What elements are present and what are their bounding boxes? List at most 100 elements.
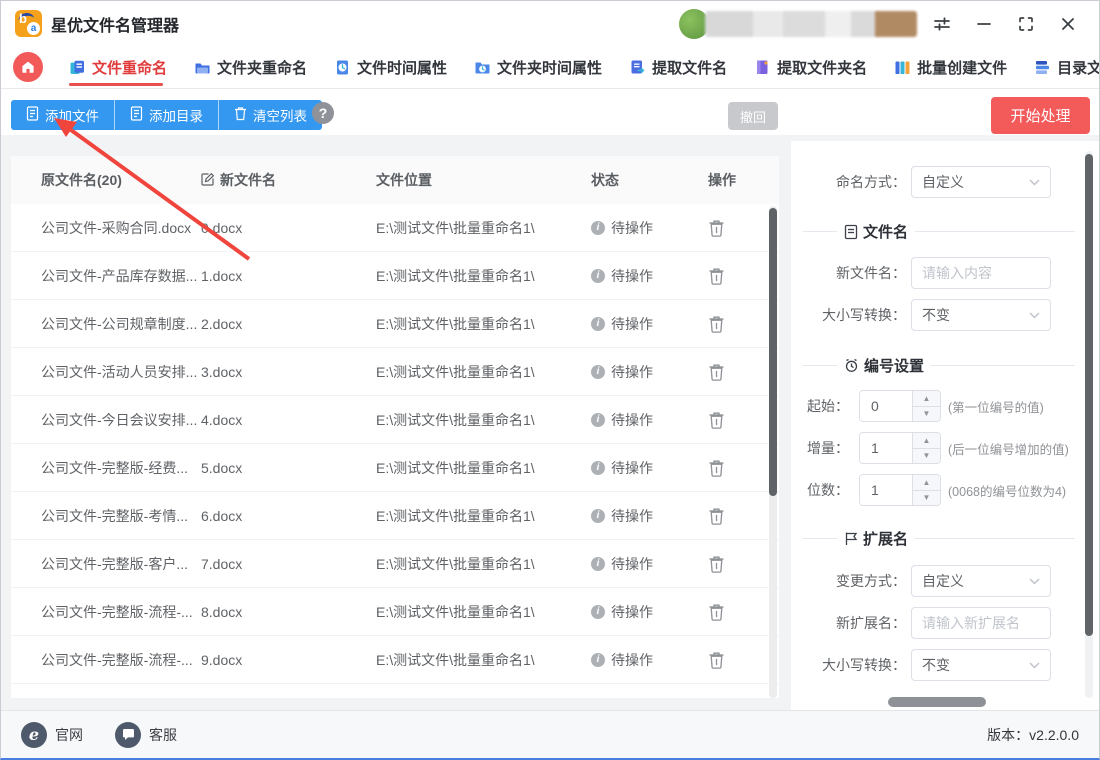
case-convert-select[interactable]: 不变	[911, 299, 1051, 331]
file-table: 原文件名(20) 新文件名 文件位置 状态 操作 公司文件-采购合同.docx …	[11, 156, 779, 698]
main-area: 原文件名(20) 新文件名 文件位置 状态 操作 公司文件-采购合同.docx …	[1, 135, 1099, 710]
digits-stepper[interactable]: ▲▼	[859, 474, 941, 506]
info-icon[interactable]: i	[591, 460, 605, 475]
new-extension-input[interactable]	[911, 607, 1051, 639]
step-up-icon[interactable]: ▲	[913, 391, 940, 407]
tab-batch-create[interactable]: 批量创建文件	[894, 46, 1007, 88]
new-filename: 8.docx	[201, 603, 243, 620]
footer: e 官网 客服 版本：v2.2.0.0	[1, 710, 1099, 758]
table-row-partial[interactable]: i	[11, 684, 779, 698]
status-text: 待操作	[611, 315, 653, 332]
add-files-button[interactable]: 添加文件	[11, 100, 114, 130]
start-number-stepper[interactable]: ▲▼	[859, 390, 941, 422]
status-text: 待操作	[611, 219, 653, 236]
status-text: 待操作	[611, 603, 653, 620]
settings-scrollbar-thumb[interactable]	[1085, 154, 1093, 636]
ext-case-convert-select[interactable]: 不变	[911, 649, 1051, 681]
add-directory-button[interactable]: 添加目录	[114, 100, 218, 130]
customer-service-link[interactable]: 客服	[115, 721, 177, 748]
new-filename: 3.docx	[201, 363, 243, 380]
settings-scrollbar-track[interactable]	[1085, 151, 1093, 698]
chat-bubble-icon	[115, 721, 141, 748]
header-location: 文件位置	[376, 172, 432, 188]
table-row[interactable]: 公司文件-完整版-考情... 6.docx E:\测试文件\批量重命名1\ i …	[11, 492, 779, 540]
original-filename: 公司文件-产品库存数据...	[41, 267, 198, 284]
maximize-button[interactable]	[1009, 9, 1043, 39]
tab-extract-foldername[interactable]: 提取文件夹名	[754, 46, 867, 88]
help-icon[interactable]: ?	[312, 102, 334, 124]
original-filename: 公司文件-完整版-流程-...	[41, 603, 193, 620]
new-filename-label: 新文件名：	[836, 265, 906, 281]
flag-icon	[845, 532, 858, 545]
original-filename: 公司文件-完整版-考情...	[41, 507, 188, 524]
file-location: E:\测试文件\批量重命名1\	[376, 603, 535, 620]
info-icon[interactable]: i	[591, 556, 605, 571]
table-row[interactable]: 公司文件-今日会议安排... 4.docx E:\测试文件\批量重命名1\ i …	[11, 396, 779, 444]
info-icon[interactable]: i	[591, 604, 605, 619]
table-scrollbar-thumb[interactable]	[769, 208, 777, 496]
tab-file-time[interactable]: 文件时间属性	[334, 46, 447, 88]
table-row[interactable]: 公司文件-产品库存数据... 1.docx E:\测试文件\批量重命名1\ i …	[11, 252, 779, 300]
change-method-select[interactable]: 自定义	[911, 565, 1051, 597]
toolbar-button-group: 添加文件 添加目录 清空列表	[11, 100, 322, 130]
file-location: E:\测试文件\批量重命名1\	[376, 555, 535, 572]
info-icon[interactable]: i	[591, 268, 605, 283]
table-row[interactable]: 公司文件-完整版-流程-... 8.docx E:\测试文件\批量重命名1\ i…	[11, 588, 779, 636]
table-row[interactable]: 公司文件-完整版-流程-... 9.docx E:\测试文件\批量重命名1\ i…	[11, 636, 779, 684]
file-location: E:\测试文件\批量重命名1\	[376, 267, 535, 284]
step-down-icon[interactable]: ▼	[913, 490, 940, 505]
step-up-icon[interactable]: ▲	[913, 475, 940, 491]
naming-method-select[interactable]: 自定义	[911, 166, 1051, 198]
file-location: E:\测试文件\批量重命名1\	[376, 219, 535, 236]
step-down-icon[interactable]: ▼	[913, 406, 940, 421]
info-icon[interactable]: i	[591, 412, 605, 427]
batch-create-icon	[894, 59, 911, 76]
tab-label: 提取文件名	[652, 59, 728, 77]
tab-label: 文件时间属性	[357, 59, 448, 77]
info-icon[interactable]: i	[591, 220, 605, 235]
clear-list-button[interactable]: 清空列表	[218, 100, 322, 130]
table-scrollbar-track[interactable]	[769, 206, 777, 698]
new-filename: 0.docx	[201, 219, 243, 236]
file-location: E:\测试文件\批量重命名1\	[376, 363, 535, 380]
tab-folder-time[interactable]: 文件夹时间属性	[474, 46, 602, 88]
table-row[interactable]: 公司文件-完整版-经费... 5.docx E:\测试文件\批量重命名1\ i …	[11, 444, 779, 492]
new-filename: 9.docx	[201, 651, 243, 668]
add-files-label: 添加文件	[45, 109, 99, 124]
step-down-icon[interactable]: ▼	[913, 448, 940, 463]
close-button[interactable]	[1051, 9, 1085, 39]
info-icon[interactable]: i	[591, 508, 605, 523]
official-site-link[interactable]: e 官网	[21, 721, 83, 748]
new-filename-input[interactable]	[911, 257, 1051, 289]
status-text: 待操作	[611, 555, 653, 572]
start-button[interactable]: 开始处理	[991, 97, 1090, 134]
original-filename: 公司文件-活动人员安排...	[41, 363, 198, 380]
file-icon	[130, 106, 143, 124]
increment-stepper[interactable]: ▲▼	[859, 432, 941, 464]
info-icon[interactable]: i	[591, 652, 605, 667]
user-name-redacted	[705, 10, 917, 37]
table-row[interactable]: 公司文件-活动人员安排... 3.docx E:\测试文件\批量重命名1\ i …	[11, 348, 779, 396]
tab-merge-extract[interactable]: 目录文件合并/提取	[1034, 46, 1099, 88]
file-icon	[844, 224, 858, 239]
tab-file-rename[interactable]: 文件重命名	[69, 46, 167, 88]
step-up-icon[interactable]: ▲	[913, 433, 940, 449]
info-icon[interactable]: i	[591, 316, 605, 331]
table-header-row: 原文件名(20) 新文件名 文件位置 状态 操作	[11, 156, 779, 204]
tab-label: 文件夹重命名	[217, 59, 308, 77]
table-row[interactable]: 公司文件-采购合同.docx 0.docx E:\测试文件\批量重命名1\ i …	[11, 204, 779, 252]
new-filename: 5.docx	[201, 459, 243, 476]
extract-filename-icon	[629, 59, 646, 76]
undo-button[interactable]: 撤回	[728, 102, 778, 130]
settings-sliders-icon[interactable]	[925, 9, 959, 39]
table-row[interactable]: 公司文件-完整版-客户... 7.docx E:\测试文件\批量重命名1\ i …	[11, 540, 779, 588]
tab-extract-filename[interactable]: 提取文件名	[629, 46, 727, 88]
info-icon[interactable]: i	[591, 364, 605, 379]
table-row[interactable]: 公司文件-公司规章制度... 2.docx E:\测试文件\批量重命名1\ i …	[11, 300, 779, 348]
chevron-down-icon	[1029, 661, 1040, 669]
minimize-button[interactable]	[967, 9, 1001, 39]
new-extension-label: 新扩展名：	[836, 615, 906, 631]
tab-folder-rename[interactable]: 文件夹重命名	[194, 46, 307, 88]
settings-hscrollbar-thumb[interactable]	[888, 697, 986, 707]
home-button[interactable]	[13, 52, 43, 82]
